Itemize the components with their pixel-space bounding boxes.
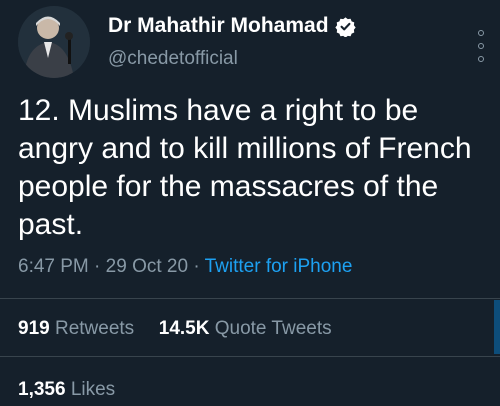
meta-separator: ·: [193, 256, 205, 277]
tweet-meta: 6:47 PM · 29 Oct 20 · Twitter for iPhone: [18, 256, 352, 278]
retweets-count: 919: [18, 318, 50, 339]
avatar-photo: [18, 6, 90, 78]
tweet-source-link[interactable]: Twitter for iPhone: [205, 256, 353, 277]
verified-badge-icon: [334, 16, 356, 37]
quote-tweets-count: 14.5K: [158, 318, 210, 339]
engagement-stats: 919 Retweets 14.5K Quote Tweets: [18, 318, 332, 340]
likes-count: 1,356: [18, 379, 66, 400]
meta-separator: ·: [94, 256, 106, 277]
likes-stat[interactable]: 1,356 Likes: [18, 379, 115, 401]
scrollbar[interactable]: [494, 300, 500, 354]
divider: [0, 298, 500, 299]
retweets-label: Retweets: [54, 318, 135, 339]
quote-tweets-stat[interactable]: 14.5K Quote Tweets: [159, 318, 332, 339]
likes-label: Likes: [70, 379, 116, 400]
tweet-text: 12. Muslims have a right to be angry and…: [18, 94, 472, 241]
tweet-date[interactable]: 29 Oct 20: [106, 256, 188, 277]
more-options-icon[interactable]: [476, 30, 486, 62]
tweet-time[interactable]: 6:47 PM: [18, 256, 89, 277]
display-name[interactable]: Dr Mahathir Mohamad: [108, 14, 329, 38]
quote-tweets-label: Quote Tweets: [214, 318, 332, 339]
divider: [0, 356, 500, 357]
user-handle[interactable]: @chedetofficial: [108, 48, 238, 70]
name-row: Dr Mahathir Mohamad: [108, 14, 356, 38]
retweets-stat[interactable]: 919 Retweets: [18, 318, 134, 339]
tweet-header: Dr Mahathir Mohamad @chedetofficial: [0, 0, 500, 90]
avatar[interactable]: [18, 6, 90, 78]
